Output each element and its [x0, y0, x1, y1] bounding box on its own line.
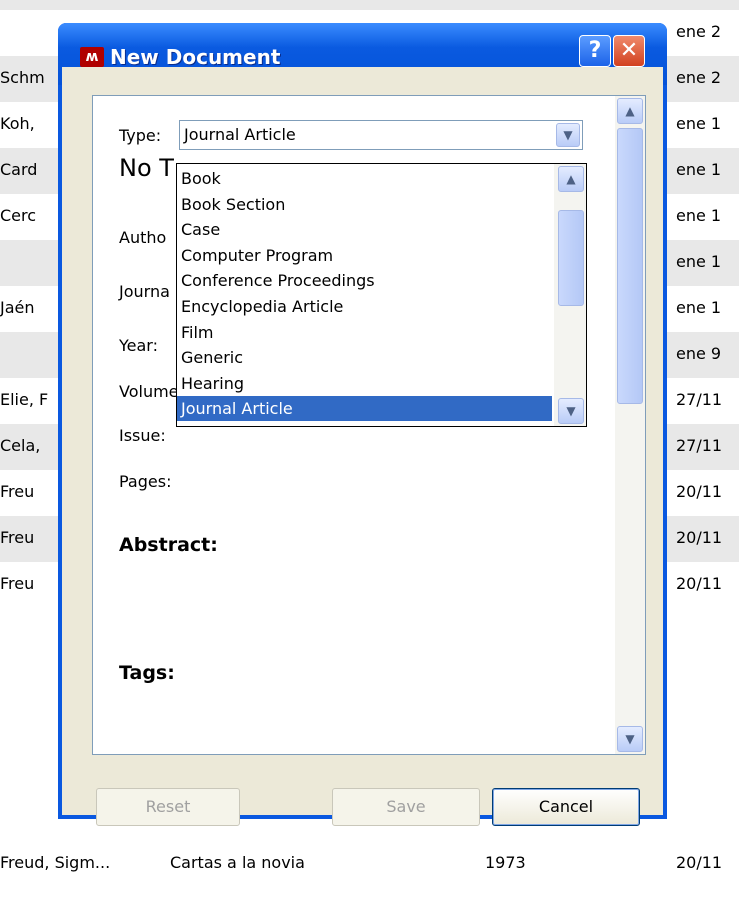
- row-author: Cerc: [0, 206, 37, 225]
- year-label: Year:: [119, 336, 158, 355]
- row-date: ene 1: [676, 252, 722, 271]
- row-author: Jaén: [0, 298, 35, 317]
- row-date: 20/11: [676, 482, 723, 501]
- help-button[interactable]: ?: [579, 35, 611, 67]
- issue-label: Issue:: [119, 426, 166, 445]
- chevron-down-icon[interactable]: ▼: [558, 398, 584, 424]
- type-select[interactable]: Journal Article ▼: [179, 120, 583, 150]
- row-date: ene 9: [676, 344, 722, 363]
- authors-label: Autho: [119, 228, 167, 247]
- save-button[interactable]: Save: [332, 788, 480, 826]
- type-option[interactable]: Journal Article: [177, 396, 552, 422]
- row-date: 20/11: [676, 528, 723, 547]
- row-title: Cartas a la novia: [170, 853, 305, 872]
- type-option[interactable]: Hearing: [177, 371, 552, 396]
- row-year: 1973: [485, 853, 526, 872]
- row-date: ene 2: [676, 22, 722, 41]
- row-author: Cela,: [0, 436, 41, 455]
- dropdown-scroll-thumb[interactable]: [558, 210, 584, 306]
- type-label: Type:: [119, 126, 162, 145]
- row-date: 20/11: [676, 853, 723, 872]
- row-author: Elie, F: [0, 390, 49, 409]
- journal-label: Journa: [119, 282, 170, 301]
- row-date: ene 1: [676, 114, 722, 133]
- row-date: ene 2: [676, 68, 722, 87]
- row-author: Card: [0, 160, 38, 179]
- document-title[interactable]: No T: [119, 154, 174, 182]
- row-author: Freu: [0, 482, 35, 501]
- abstract-heading: Abstract:: [119, 534, 218, 556]
- type-option[interactable]: Film: [177, 320, 552, 345]
- chevron-up-icon[interactable]: ▲: [617, 98, 643, 124]
- row-date: ene 1: [676, 298, 722, 317]
- row-author: Freu: [0, 574, 35, 593]
- type-option[interactable]: Book Section: [177, 192, 552, 217]
- chevron-down-icon[interactable]: ▼: [556, 123, 580, 147]
- chevron-down-icon[interactable]: ▼: [617, 726, 643, 752]
- table-top-strip: [0, 0, 739, 10]
- reset-button[interactable]: Reset: [96, 788, 240, 826]
- row-author: Schm: [0, 68, 45, 87]
- tags-heading: Tags:: [119, 662, 175, 684]
- table-row[interactable]: Freud, Sigm... Cartas a la novia 1973 20…: [0, 841, 739, 887]
- type-option[interactable]: Computer Program: [177, 243, 552, 268]
- row-author: Freud, Sigm...: [0, 853, 111, 872]
- type-option[interactable]: Book: [177, 166, 552, 191]
- row-author: Freu: [0, 528, 35, 547]
- type-option[interactable]: Generic: [177, 345, 552, 370]
- dialog-title: New Document: [110, 45, 281, 69]
- dropdown-scrollbar[interactable]: ▲ ▼: [554, 164, 586, 426]
- type-option[interactable]: Conference Proceedings: [177, 268, 552, 293]
- type-option[interactable]: Case: [177, 217, 552, 242]
- volume-label: Volume: [119, 382, 179, 401]
- row-date: ene 1: [676, 206, 722, 225]
- pages-label: Pages:: [119, 472, 172, 491]
- row-date: 27/11: [676, 436, 723, 455]
- chevron-up-icon[interactable]: ▲: [558, 166, 584, 192]
- mendeley-icon: ʍ: [80, 47, 104, 67]
- close-button[interactable]: ✕: [613, 35, 645, 67]
- row-date: ene 1: [676, 160, 722, 179]
- panel-scrollbar[interactable]: ▲ ▼: [615, 96, 645, 754]
- cancel-button[interactable]: Cancel: [492, 788, 640, 826]
- type-select-value: Journal Article: [184, 125, 296, 144]
- panel-scroll-thumb[interactable]: [617, 128, 643, 404]
- row-date: 27/11: [676, 390, 723, 409]
- type-dropdown-list[interactable]: Book Book Section Case Computer Program Conf…: [176, 163, 587, 427]
- row-author: Koh,: [0, 114, 35, 133]
- row-date: 20/11: [676, 574, 723, 593]
- type-option[interactable]: Encyclopedia Article: [177, 294, 552, 319]
